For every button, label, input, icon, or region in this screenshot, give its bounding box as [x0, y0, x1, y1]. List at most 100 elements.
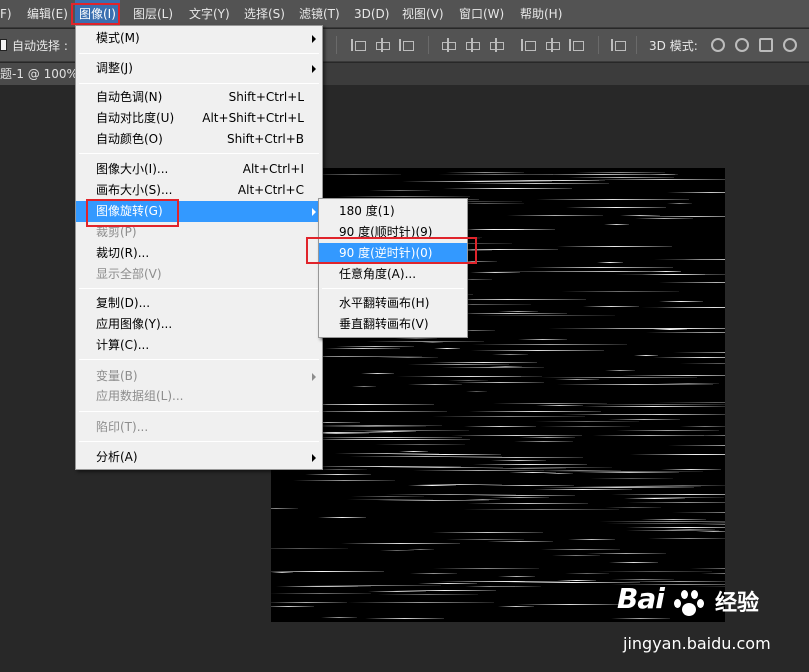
light-streak [658, 301, 703, 303]
light-streak [679, 362, 725, 364]
submenu-item-flip-vertical[interactable]: 垂直翻转画布(V) [319, 314, 467, 335]
menu-item-reveal-all[interactable]: 显示全部(V) [76, 264, 322, 285]
distribute-left-icon[interactable] [520, 38, 536, 52]
light-streak [378, 356, 439, 358]
light-streak [498, 576, 535, 578]
light-streak [646, 331, 725, 333]
menu-layer[interactable]: 图层(L) [133, 0, 173, 28]
menu-filter[interactable]: 滤镜(T) [299, 0, 340, 28]
menu-item-canvas-size[interactable]: 画布大小(S)... Alt+Ctrl+C [76, 180, 322, 201]
light-streak [626, 527, 725, 528]
submenu-item-rotate-180[interactable]: 180 度(1) [319, 201, 467, 222]
distribute-center-icon[interactable] [544, 38, 560, 52]
menu-item-label: 90 度(逆时针)(0) [339, 246, 433, 260]
light-streak [652, 402, 725, 404]
menu-separator [322, 288, 464, 289]
menu-item-label: 90 度(顺时针)(9) [339, 225, 433, 239]
light-streak [271, 547, 349, 549]
menu-item-adjustments[interactable]: 调整(J) [76, 58, 322, 79]
light-streak [461, 182, 609, 184]
menu-item-trim[interactable]: 裁切(R)... [76, 243, 322, 264]
menu-select[interactable]: 选择(S) [244, 0, 285, 28]
align-right-icon[interactable] [398, 38, 414, 52]
3d-pan-icon[interactable] [759, 38, 773, 52]
menu-item-image-rotation[interactable]: 图像旋转(G) [76, 201, 322, 222]
3d-orbit-icon[interactable] [711, 38, 725, 52]
menu-item-label: 自动色调(N) [96, 90, 163, 104]
menu-item-label: 变量(B) [96, 369, 138, 383]
light-streak [650, 173, 679, 175]
menu-file[interactable]: F) [0, 0, 12, 28]
align-left-icon[interactable] [350, 38, 366, 52]
menu-3d[interactable]: 3D(D) [354, 0, 389, 28]
3d-slide-icon[interactable] [783, 38, 797, 52]
light-streak [596, 570, 713, 572]
auto-select-checkbox[interactable] [0, 39, 7, 51]
shortcut-label: Shift+Ctrl+L [228, 90, 304, 104]
light-streak [528, 266, 674, 268]
light-streak [490, 460, 547, 462]
distribute-middle-icon[interactable] [464, 38, 480, 52]
light-streak [606, 523, 725, 525]
light-streak [434, 348, 461, 350]
menu-separator [79, 411, 319, 412]
distribute-bottom-icon[interactable] [488, 38, 504, 52]
light-streak [604, 223, 630, 225]
menu-item-calculations[interactable]: 计算(C)... [76, 335, 322, 356]
light-streak [540, 377, 698, 379]
image-menu-dropdown: 模式(M) 调整(J) 自动色调(N) Shift+Ctrl+L 自动对比度(U)… [75, 25, 323, 470]
light-streak [470, 350, 604, 352]
menu-edit[interactable]: 编辑(E) [27, 0, 68, 28]
light-streak [320, 616, 358, 618]
light-streak [610, 494, 725, 496]
document-tab[interactable]: 题-1 @ 100% [0, 63, 80, 85]
light-streak [663, 529, 715, 531]
light-streak [369, 190, 430, 192]
light-streak [497, 606, 535, 608]
menu-item-duplicate[interactable]: 复制(D)... [76, 293, 322, 314]
submenu-item-arbitrary[interactable]: 任意角度(A)... [319, 264, 467, 285]
light-streak [668, 444, 725, 446]
distribute-right-icon[interactable] [568, 38, 584, 52]
submenu-item-rotate-90-ccw[interactable]: 90 度(逆时针)(0) [319, 243, 467, 264]
light-streak [451, 434, 582, 436]
menu-type[interactable]: 文字(Y) [189, 0, 230, 28]
light-streak [432, 531, 543, 533]
menu-item-trap[interactable]: 陷印(T)... [76, 417, 322, 438]
light-streak [634, 217, 694, 219]
light-streak [395, 338, 438, 340]
light-streak [585, 552, 666, 554]
menu-separator [79, 83, 319, 84]
menu-item-mode[interactable]: 模式(M) [76, 28, 322, 49]
menu-item-analysis[interactable]: 分析(A) [76, 447, 322, 468]
menu-item-variables[interactable]: 变量(B) [76, 366, 322, 387]
light-streak [552, 555, 600, 557]
menu-window[interactable]: 窗口(W) [459, 0, 504, 28]
light-streak [443, 187, 572, 189]
light-streak [554, 379, 599, 381]
light-streak [696, 531, 725, 533]
3d-roll-icon[interactable] [735, 38, 749, 52]
menu-image[interactable]: 图像(I) [75, 0, 120, 28]
menu-item-image-size[interactable]: 图像大小(I)... Alt+Ctrl+I [76, 159, 322, 180]
light-streak [492, 402, 607, 404]
menu-help[interactable]: 帮助(H) [520, 0, 562, 28]
submenu-item-rotate-90-cw[interactable]: 90 度(顺时针)(9) [319, 222, 467, 243]
light-streak [352, 386, 377, 388]
distribute-top-icon[interactable] [440, 38, 456, 52]
light-streak [379, 549, 415, 551]
menu-view[interactable]: 视图(V) [402, 0, 444, 28]
align-center-icon[interactable] [374, 38, 390, 52]
auto-align-icon[interactable] [610, 38, 626, 52]
menu-item-apply-image[interactable]: 应用图像(Y)... [76, 314, 322, 335]
menu-item-apply-data-set[interactable]: 应用数据组(L)... [76, 386, 322, 407]
submenu-item-flip-horizontal[interactable]: 水平翻转画布(H) [319, 293, 467, 314]
light-streak [433, 568, 540, 570]
toolbar-divider [428, 36, 429, 54]
light-streak [271, 508, 298, 510]
menu-item-auto-contrast[interactable]: 自动对比度(U) Alt+Shift+Ctrl+L [76, 108, 322, 129]
menu-item-auto-tone[interactable]: 自动色调(N) Shift+Ctrl+L [76, 87, 322, 108]
menu-item-auto-color[interactable]: 自动颜色(O) Shift+Ctrl+B [76, 129, 322, 150]
menu-item-crop[interactable]: 裁剪(P) [76, 222, 322, 243]
light-streak [271, 601, 348, 603]
